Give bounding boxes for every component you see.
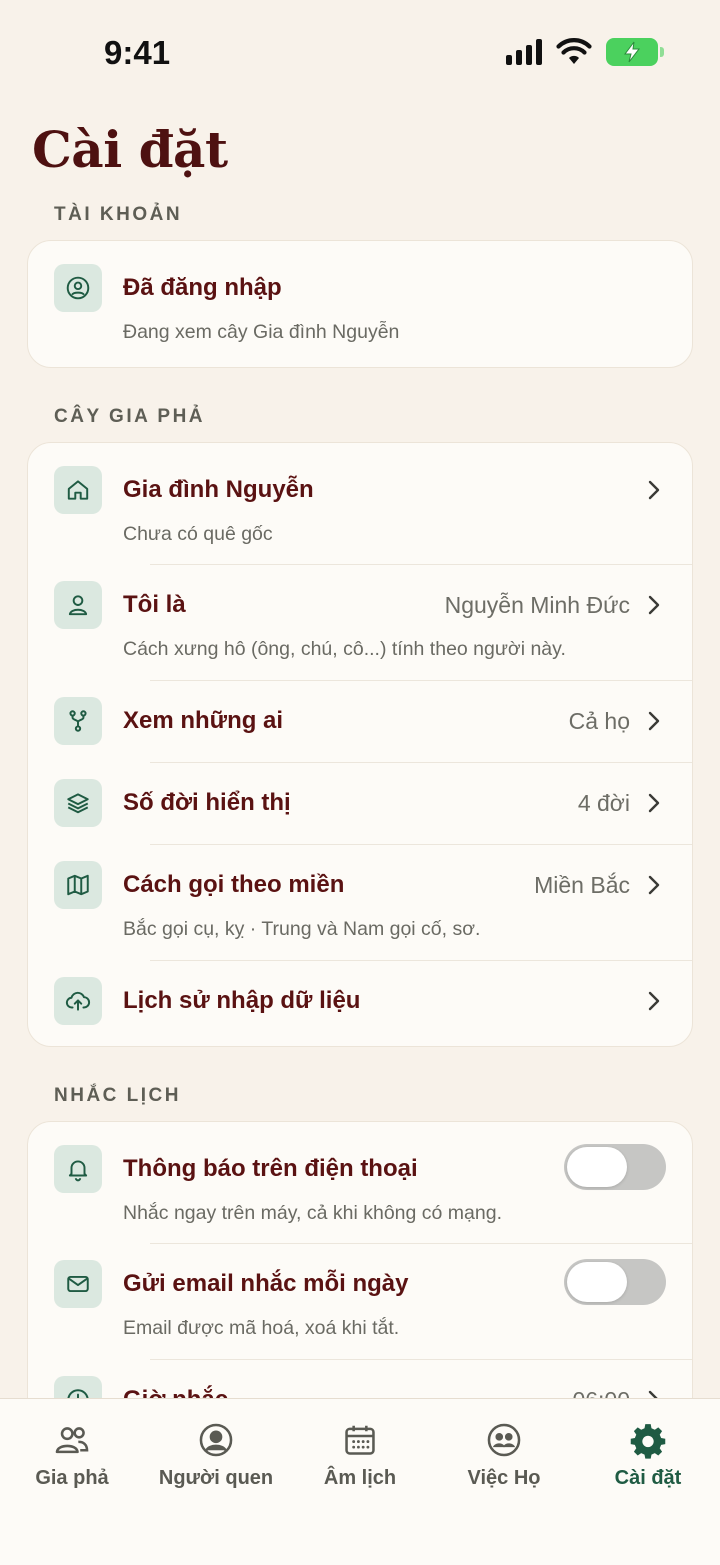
status-bar: 9:41 <box>0 0 720 100</box>
tab-label: Âm lịch <box>323 1467 397 1489</box>
email-row: Gửi email nhắc mỗi ngày Email được mã ho… <box>28 1243 692 1359</box>
person-circle-icon <box>199 1423 233 1457</box>
page-title: Cài đặt <box>32 120 228 179</box>
region-value: Miền Bắc <box>534 872 630 898</box>
account-row[interactable]: Đã đăng nhập Đang xem cây Gia đình Nguyễ… <box>28 241 692 367</box>
generations-value: 4 đời <box>577 790 630 816</box>
family-subtitle: Chưa có quê gốc <box>123 523 273 545</box>
email-subtitle: Email được mã hoá, xoá khi tắt. <box>123 1317 400 1339</box>
gear-icon <box>630 1424 666 1459</box>
chevron-right-icon <box>648 480 660 500</box>
login-title: Đã đăng nhập <box>123 274 282 301</box>
import-history-title: Lịch sử nhập dữ liệu <box>123 987 361 1014</box>
generations-row[interactable]: Số đời hiển thị 4 đời <box>28 762 692 844</box>
chevron-right-icon <box>648 991 660 1011</box>
chevron-right-icon <box>648 595 660 615</box>
map-icon <box>54 861 102 909</box>
cloud-upload-icon <box>54 977 102 1025</box>
family-title: Gia đình Nguyễn <box>123 476 314 503</box>
login-subtitle: Đang xem cây Gia đình Nguyễn <box>123 321 400 343</box>
people-icon <box>55 1427 89 1454</box>
layers-icon <box>54 779 102 827</box>
calendar-icon <box>345 1425 375 1455</box>
me-row[interactable]: Tôi là Nguyễn Minh Đức Cách xưng hô (ông… <box>28 564 692 680</box>
tab-label: Người quen <box>158 1467 274 1489</box>
email-title: Gửi email nhắc mỗi ngày <box>123 1270 409 1297</box>
tab-bar: Gia phả Người quen Âm lịch Việc Họ Cài đ… <box>0 1398 720 1565</box>
wifi-icon <box>556 38 592 64</box>
battery-charging-icon <box>606 38 664 66</box>
chevron-right-icon <box>648 711 660 731</box>
tab-label: Việc Họ <box>467 1467 541 1489</box>
family-row[interactable]: Gia đình Nguyễn Chưa có quê gốc <box>28 443 692 564</box>
chevron-right-icon <box>648 875 660 895</box>
reminder-card: Thông báo trên điện thoại Nhắc ngay trên… <box>27 1121 693 1421</box>
tab-viec-ho[interactable]: Việc Họ <box>432 1399 576 1565</box>
status-icons <box>506 38 664 66</box>
section-label-account: TÀI KHOẢN <box>54 204 183 225</box>
home-icon <box>54 466 102 514</box>
chevron-right-icon <box>648 793 660 813</box>
mail-icon <box>54 1260 102 1308</box>
who-row[interactable]: Xem những ai Cả họ <box>28 680 692 762</box>
bell-icon <box>54 1145 102 1193</box>
tree-card: Gia đình Nguyễn Chưa có quê gốc Tôi là N… <box>27 442 693 1047</box>
tab-am-lich[interactable]: Âm lịch <box>288 1399 432 1565</box>
email-toggle[interactable] <box>564 1259 666 1305</box>
group-icon <box>487 1423 521 1457</box>
tab-gia-pha[interactable]: Gia phả <box>0 1399 144 1565</box>
toggle-knob <box>567 1147 627 1187</box>
tab-nguoi-quen[interactable]: Người quen <box>144 1399 288 1565</box>
section-label-tree: CÂY GIA PHẢ <box>54 406 206 427</box>
who-value: Cả họ <box>568 708 630 734</box>
notify-row: Thông báo trên điện thoại Nhắc ngay trên… <box>28 1122 692 1243</box>
tab-label: Cài đặt <box>614 1467 682 1489</box>
me-value: Nguyễn Minh Đức <box>444 592 630 618</box>
region-subtitle: Bắc gọi cụ, kỵ · Trung và Nam gọi cố, sơ… <box>123 918 481 940</box>
generations-title: Số đời hiển thị <box>123 789 291 816</box>
import-history-row[interactable]: Lịch sử nhập dữ liệu <box>28 960 692 1046</box>
cellular-signal-icon <box>506 39 542 65</box>
tab-label: Gia phả <box>35 1467 109 1489</box>
region-row[interactable]: Cách gọi theo miền Miền Bắc Bắc gọi cụ, … <box>28 844 692 960</box>
user-circle-icon <box>54 264 102 312</box>
branch-icon <box>54 697 102 745</box>
status-time: 9:41 <box>104 34 171 71</box>
notify-title: Thông báo trên điện thoại <box>123 1155 418 1182</box>
me-title: Tôi là <box>123 591 186 618</box>
section-label-reminder: NHẮC LỊCH <box>54 1085 181 1106</box>
toggle-knob <box>567 1262 627 1302</box>
me-subtitle: Cách xưng hô (ông, chú, cô...) tính theo… <box>123 638 566 660</box>
notify-toggle[interactable] <box>564 1144 666 1190</box>
person-icon <box>54 581 102 629</box>
who-title: Xem những ai <box>123 707 284 734</box>
account-card: Đã đăng nhập Đang xem cây Gia đình Nguyễ… <box>27 240 693 368</box>
tab-cai-dat[interactable]: Cài đặt <box>576 1399 720 1565</box>
notify-subtitle: Nhắc ngay trên máy, cả khi không có mạng… <box>123 1202 503 1224</box>
region-title: Cách gọi theo miền <box>123 871 345 898</box>
